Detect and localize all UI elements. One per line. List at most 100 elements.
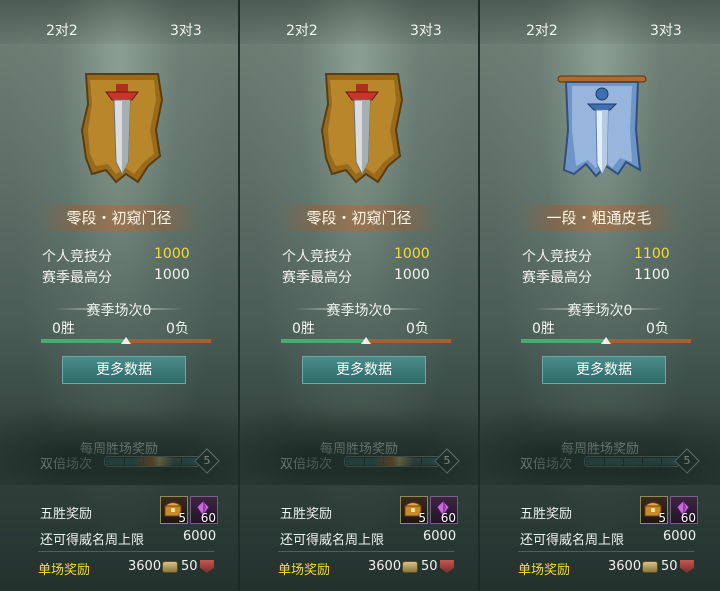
double-bar-segment xyxy=(605,458,623,465)
personal-score-label: 个人竞技分 xyxy=(282,249,352,265)
double-matches-count: 5 xyxy=(683,454,691,467)
single-match-reward-value: 3600 xyxy=(128,559,162,574)
double-matches-label: 双倍场次 xyxy=(280,457,333,472)
wins-count: 0胜 xyxy=(292,321,315,337)
double-bar-fire-effect xyxy=(345,457,439,466)
gem-reward-count: 60 xyxy=(440,511,456,525)
double-matches-count: 5 xyxy=(203,454,211,467)
gold-sword-banner-icon xyxy=(320,73,404,184)
weekly-cap-value: 6000 xyxy=(423,529,457,544)
season-best-row: 赛季最高分 1100 xyxy=(522,267,670,287)
tab-3v3[interactable]: 3对3 xyxy=(650,20,682,40)
rank-title: 零段・初窥门径 xyxy=(276,205,442,231)
single-match-badge-value: 50 xyxy=(181,559,198,574)
rank-panel: 2对2 3对3 零段・初窥门径 个人竞技分 1000 赛季最高分 1000 赛季… xyxy=(0,0,238,591)
loss-bar-fill xyxy=(607,339,691,343)
rank-panel: 2对2 3对3 一段・粗通皮毛 个人竞技分 1100 赛季最高分 1100 赛季… xyxy=(480,0,720,591)
coin-icon xyxy=(642,561,658,573)
chest-reward-count: 5 xyxy=(418,511,426,525)
section-divider xyxy=(278,551,454,552)
season-matches: 赛季场次0 xyxy=(567,303,633,319)
chest-reward-item[interactable]: 5 xyxy=(640,496,668,525)
personal-score-row: 个人竞技分 1000 xyxy=(282,246,430,266)
season-best-row: 赛季最高分 1000 xyxy=(42,267,190,287)
win-loss-marker xyxy=(601,337,611,344)
divider-ornament-right xyxy=(384,308,424,310)
double-matches-bar xyxy=(584,456,680,467)
season-best-label: 赛季最高分 xyxy=(522,270,592,286)
section-divider xyxy=(38,551,214,552)
more-data-button[interactable]: 更多数据 xyxy=(302,356,426,384)
losses-count: 0负 xyxy=(646,321,669,337)
single-match-reward-label: 单场奖励 xyxy=(38,563,91,578)
double-bar-segment xyxy=(624,458,642,465)
double-matches-bar xyxy=(344,456,440,467)
chest-reward-item[interactable]: 5 xyxy=(160,496,188,525)
double-bar-segment xyxy=(643,458,661,465)
personal-score-label: 个人竞技分 xyxy=(42,249,112,265)
double-matches-bar xyxy=(104,456,200,467)
more-data-button[interactable]: 更多数据 xyxy=(542,356,666,384)
section-divider xyxy=(518,551,694,552)
tab-2v2[interactable]: 2对2 xyxy=(286,20,318,40)
single-match-badge-value: 50 xyxy=(661,559,678,574)
personal-score-label: 个人竞技分 xyxy=(522,249,592,265)
single-match-reward-label: 单场奖励 xyxy=(278,563,331,578)
gem-reward-item[interactable]: 60 xyxy=(670,496,698,525)
mode-tabs: 2对2 3对3 xyxy=(0,0,238,44)
gem-reward-count: 60 xyxy=(680,511,696,525)
coin-icon xyxy=(162,561,178,573)
rank-title: 一段・粗通皮毛 xyxy=(516,205,682,231)
gold-sword-banner-icon xyxy=(80,73,164,184)
double-bar-fire-effect xyxy=(105,457,199,466)
weekly-cap-label: 还可得威名周上限 xyxy=(40,533,145,548)
gem-reward-item[interactable]: 60 xyxy=(430,496,458,525)
losses-count: 0负 xyxy=(406,321,429,337)
personal-score-row: 个人竞技分 1000 xyxy=(42,246,190,266)
wins-count: 0胜 xyxy=(532,321,555,337)
shield-badge-icon xyxy=(680,560,694,573)
more-data-button[interactable]: 更多数据 xyxy=(62,356,186,384)
five-win-reward-label: 五胜奖励 xyxy=(280,507,333,522)
tab-3v3[interactable]: 3对3 xyxy=(410,20,442,40)
win-loss-marker xyxy=(361,337,371,344)
win-loss-bar xyxy=(281,337,451,344)
season-matches: 赛季场次0 xyxy=(86,303,152,319)
win-bar-fill xyxy=(281,339,365,343)
season-best-label: 赛季最高分 xyxy=(282,270,352,286)
double-matches-label: 双倍场次 xyxy=(40,457,93,472)
gem-reward-count: 60 xyxy=(200,511,216,525)
mode-tabs: 2对2 3对3 xyxy=(480,0,720,44)
chest-reward-count: 5 xyxy=(178,511,186,525)
tab-2v2[interactable]: 2对2 xyxy=(526,20,558,40)
tab-3v3[interactable]: 3对3 xyxy=(170,20,202,40)
double-bar-segment xyxy=(586,458,604,465)
personal-score-row: 个人竞技分 1100 xyxy=(522,246,670,266)
win-bar-fill xyxy=(521,339,605,343)
chest-reward-count: 5 xyxy=(658,511,666,525)
double-matches-label: 双倍场次 xyxy=(520,457,573,472)
loss-bar-fill xyxy=(127,339,211,343)
shield-badge-icon xyxy=(200,560,214,573)
gem-reward-item[interactable]: 60 xyxy=(190,496,218,525)
mode-tabs: 2对2 3对3 xyxy=(240,0,478,44)
wins-count: 0胜 xyxy=(52,321,75,337)
single-match-badge-value: 50 xyxy=(421,559,438,574)
tab-2v2[interactable]: 2对2 xyxy=(46,20,78,40)
win-loss-bar xyxy=(521,337,691,344)
personal-score-value: 1000 xyxy=(394,246,430,262)
personal-score-value: 1100 xyxy=(634,246,670,262)
rank-title: 零段・初窥门径 xyxy=(36,205,202,231)
single-match-reward-value: 3600 xyxy=(368,559,402,574)
win-loss-marker xyxy=(121,337,131,344)
single-match-reward-value: 3600 xyxy=(608,559,642,574)
blue-sword-banner-icon xyxy=(557,75,647,178)
double-matches-count: 5 xyxy=(443,454,451,467)
shield-badge-icon xyxy=(440,560,454,573)
season-best-label: 赛季最高分 xyxy=(42,270,112,286)
five-win-reward-label: 五胜奖励 xyxy=(520,507,573,522)
season-best-value: 1100 xyxy=(634,267,670,283)
loss-bar-fill xyxy=(367,339,451,343)
chest-reward-item[interactable]: 5 xyxy=(400,496,428,525)
arena-rank-screen: 2对2 3对3 零段・初窥门径 个人竞技分 1000 赛季最高分 1000 赛季… xyxy=(0,0,720,591)
